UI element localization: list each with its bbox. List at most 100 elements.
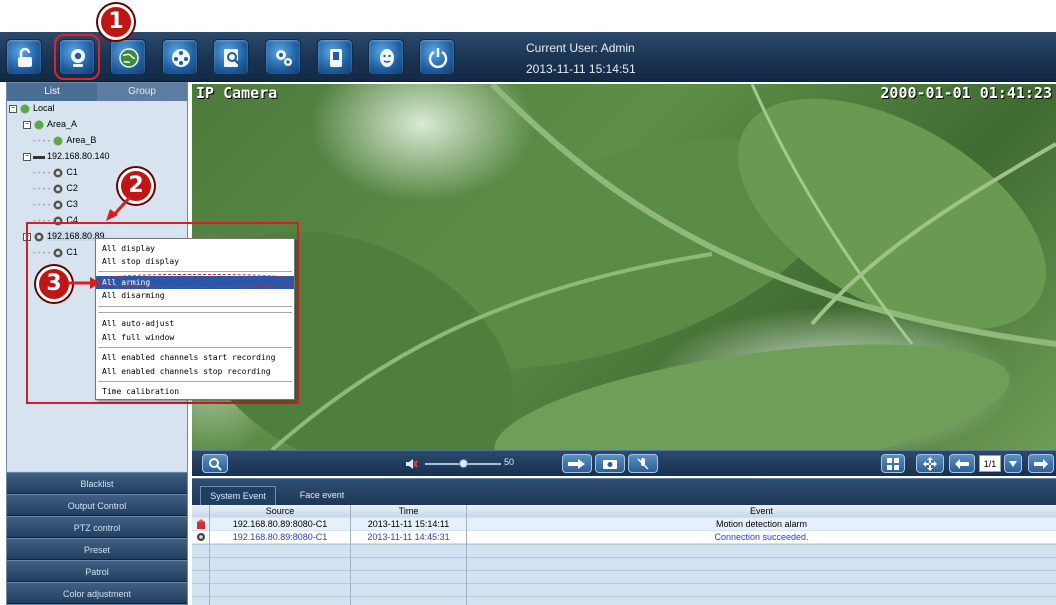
camera-channel-icon: [34, 232, 44, 242]
column-event[interactable]: Event: [467, 505, 1056, 517]
table-row[interactable]: 192.168.80.89:8080-C1 2013-11-11 14:45:3…: [192, 531, 1056, 543]
current-user-label: Current User: Admin: [526, 41, 635, 55]
live-view-button[interactable]: [54, 34, 100, 80]
table-row[interactable]: 192.168.80.89:8080-C1 2013-11-11 15:14:1…: [192, 518, 1056, 530]
camera-label: IP Camera: [196, 84, 278, 102]
tree-node-channel[interactable]: - - - - C2: [33, 181, 78, 195]
arrow-record-icon: [568, 458, 585, 469]
menu-item-all-display[interactable]: All display: [96, 242, 294, 255]
page-indicator: 1/1: [979, 455, 1001, 472]
next-page-button[interactable]: [1028, 454, 1054, 473]
blacklist-button[interactable]: Blacklist: [7, 472, 187, 494]
power-icon: [428, 48, 448, 69]
callout-arrow-icon: [106, 195, 132, 221]
tree-node-local[interactable]: − Local: [9, 101, 55, 115]
event-tabs: System Event Face event: [192, 479, 1056, 505]
menu-item-all-arming[interactable]: All arming: [96, 276, 294, 289]
patrol-button[interactable]: Patrol: [7, 560, 187, 582]
callout-1: 1: [98, 4, 134, 40]
menu-item-start-recording[interactable]: All enabled channels start recording: [96, 351, 294, 364]
color-adjustment-button[interactable]: Color adjustment: [7, 582, 187, 604]
volume-slider-handle[interactable]: [459, 459, 468, 468]
menu-item-stop-recording[interactable]: All enabled channels stop recording: [96, 365, 294, 378]
unlock-icon: [18, 47, 32, 67]
globe-icon: [20, 104, 30, 114]
face-recognition-button[interactable]: [368, 39, 404, 75]
tab-list[interactable]: List: [7, 83, 97, 101]
output-control-button[interactable]: Output Control: [7, 494, 187, 516]
layout-grid-button[interactable]: [881, 454, 905, 473]
expand-arrows-icon: [923, 456, 937, 471]
tree-node-area-b[interactable]: - - - - Area_B: [33, 133, 96, 147]
tree-node-device-140[interactable]: −192.168.80.140: [23, 149, 110, 163]
zoom-button[interactable]: [202, 454, 228, 473]
arrow-right-icon: [1034, 458, 1048, 469]
device-button[interactable]: [317, 39, 353, 75]
camera-timestamp: 2000-01-01 01:41:23: [880, 84, 1052, 102]
context-menu: All display All stop display All arming …: [95, 238, 295, 400]
map-icon: [119, 48, 139, 68]
collapse-toggle[interactable]: −: [23, 152, 31, 161]
playback-button[interactable]: [162, 39, 198, 75]
collapse-toggle[interactable]: −: [23, 120, 31, 129]
talk-button[interactable]: [628, 454, 658, 473]
ptz-control-button[interactable]: PTZ control: [7, 516, 187, 538]
collapse-toggle[interactable]: −: [23, 232, 31, 241]
record-button[interactable]: [562, 454, 592, 473]
arrow-left-icon: [955, 458, 969, 469]
camera-channel-icon: [53, 216, 63, 226]
tab-face-event[interactable]: Face event: [282, 486, 362, 505]
tree-node-channel[interactable]: - - - - C4: [33, 213, 78, 227]
video-control-bar: 50 1/1: [192, 450, 1056, 476]
preset-button[interactable]: Preset: [7, 538, 187, 560]
menu-item-time-calibration[interactable]: Time calibration: [96, 385, 294, 398]
page-dropdown-button[interactable]: [1004, 454, 1022, 473]
camera-icon: [71, 49, 85, 67]
column-source[interactable]: Source: [210, 505, 350, 517]
column-time[interactable]: Time: [351, 505, 466, 517]
search-log-icon: [224, 49, 240, 67]
previous-page-button[interactable]: [949, 454, 975, 473]
menu-item-all-stop-display[interactable]: All stop display: [96, 255, 294, 268]
log-search-button[interactable]: [213, 39, 249, 75]
tree-node-channel[interactable]: - - - - C3: [33, 197, 78, 211]
fullscreen-button[interactable]: [916, 454, 944, 473]
camera-channel-icon: [197, 533, 205, 541]
tab-system-event[interactable]: System Event: [200, 486, 276, 505]
power-button[interactable]: [419, 39, 455, 75]
callout-arrow-icon: [68, 277, 100, 289]
chevron-down-icon: [1009, 460, 1017, 467]
snapshot-button[interactable]: [595, 454, 625, 473]
collapse-toggle[interactable]: −: [9, 104, 17, 113]
face-icon: [380, 49, 394, 67]
unlock-button[interactable]: [6, 39, 42, 75]
callout-3: 3: [36, 266, 72, 302]
camera-channel-icon: [53, 168, 63, 178]
tree-node-channel[interactable]: - - - - C1: [33, 245, 78, 259]
snapshot-icon: [603, 459, 617, 469]
camera-feed-image: [192, 84, 1056, 450]
magnifier-icon: [209, 457, 222, 471]
grid-icon: [887, 457, 899, 470]
tree-node-device-89[interactable]: −192.168.80.89: [23, 229, 105, 243]
camera-channel-icon: [53, 248, 63, 258]
menu-item-all-auto-adjust[interactable]: All auto-adjust: [96, 317, 294, 330]
current-datetime: 2013-11-11 15:14:51: [526, 62, 636, 76]
tree-node-area-a[interactable]: − Area_A: [23, 117, 77, 131]
speaker-muted-icon[interactable]: [404, 457, 418, 471]
panel-buttons: Blacklist Output Control PTZ control Pre…: [7, 472, 187, 604]
microphone-mute-icon: [637, 457, 649, 469]
camera-channel-icon: [53, 184, 63, 194]
settings-button[interactable]: [265, 39, 301, 75]
map-button[interactable]: [110, 39, 146, 75]
video-view[interactable]: IP Camera 2000-01-01 01:41:23: [192, 84, 1056, 450]
menu-item-all-disarming[interactable]: All disarming: [96, 289, 294, 302]
menu-item-all-full-window[interactable]: All full window: [96, 331, 294, 344]
settings-icon: [276, 50, 292, 66]
left-tabs: List Group: [7, 83, 187, 101]
device-icon: [330, 49, 342, 67]
tree-node-channel[interactable]: - - - - C1: [33, 165, 78, 179]
tab-group[interactable]: Group: [97, 83, 187, 101]
event-table-header: Source Time Event: [192, 505, 1056, 517]
globe-icon: [34, 120, 44, 130]
